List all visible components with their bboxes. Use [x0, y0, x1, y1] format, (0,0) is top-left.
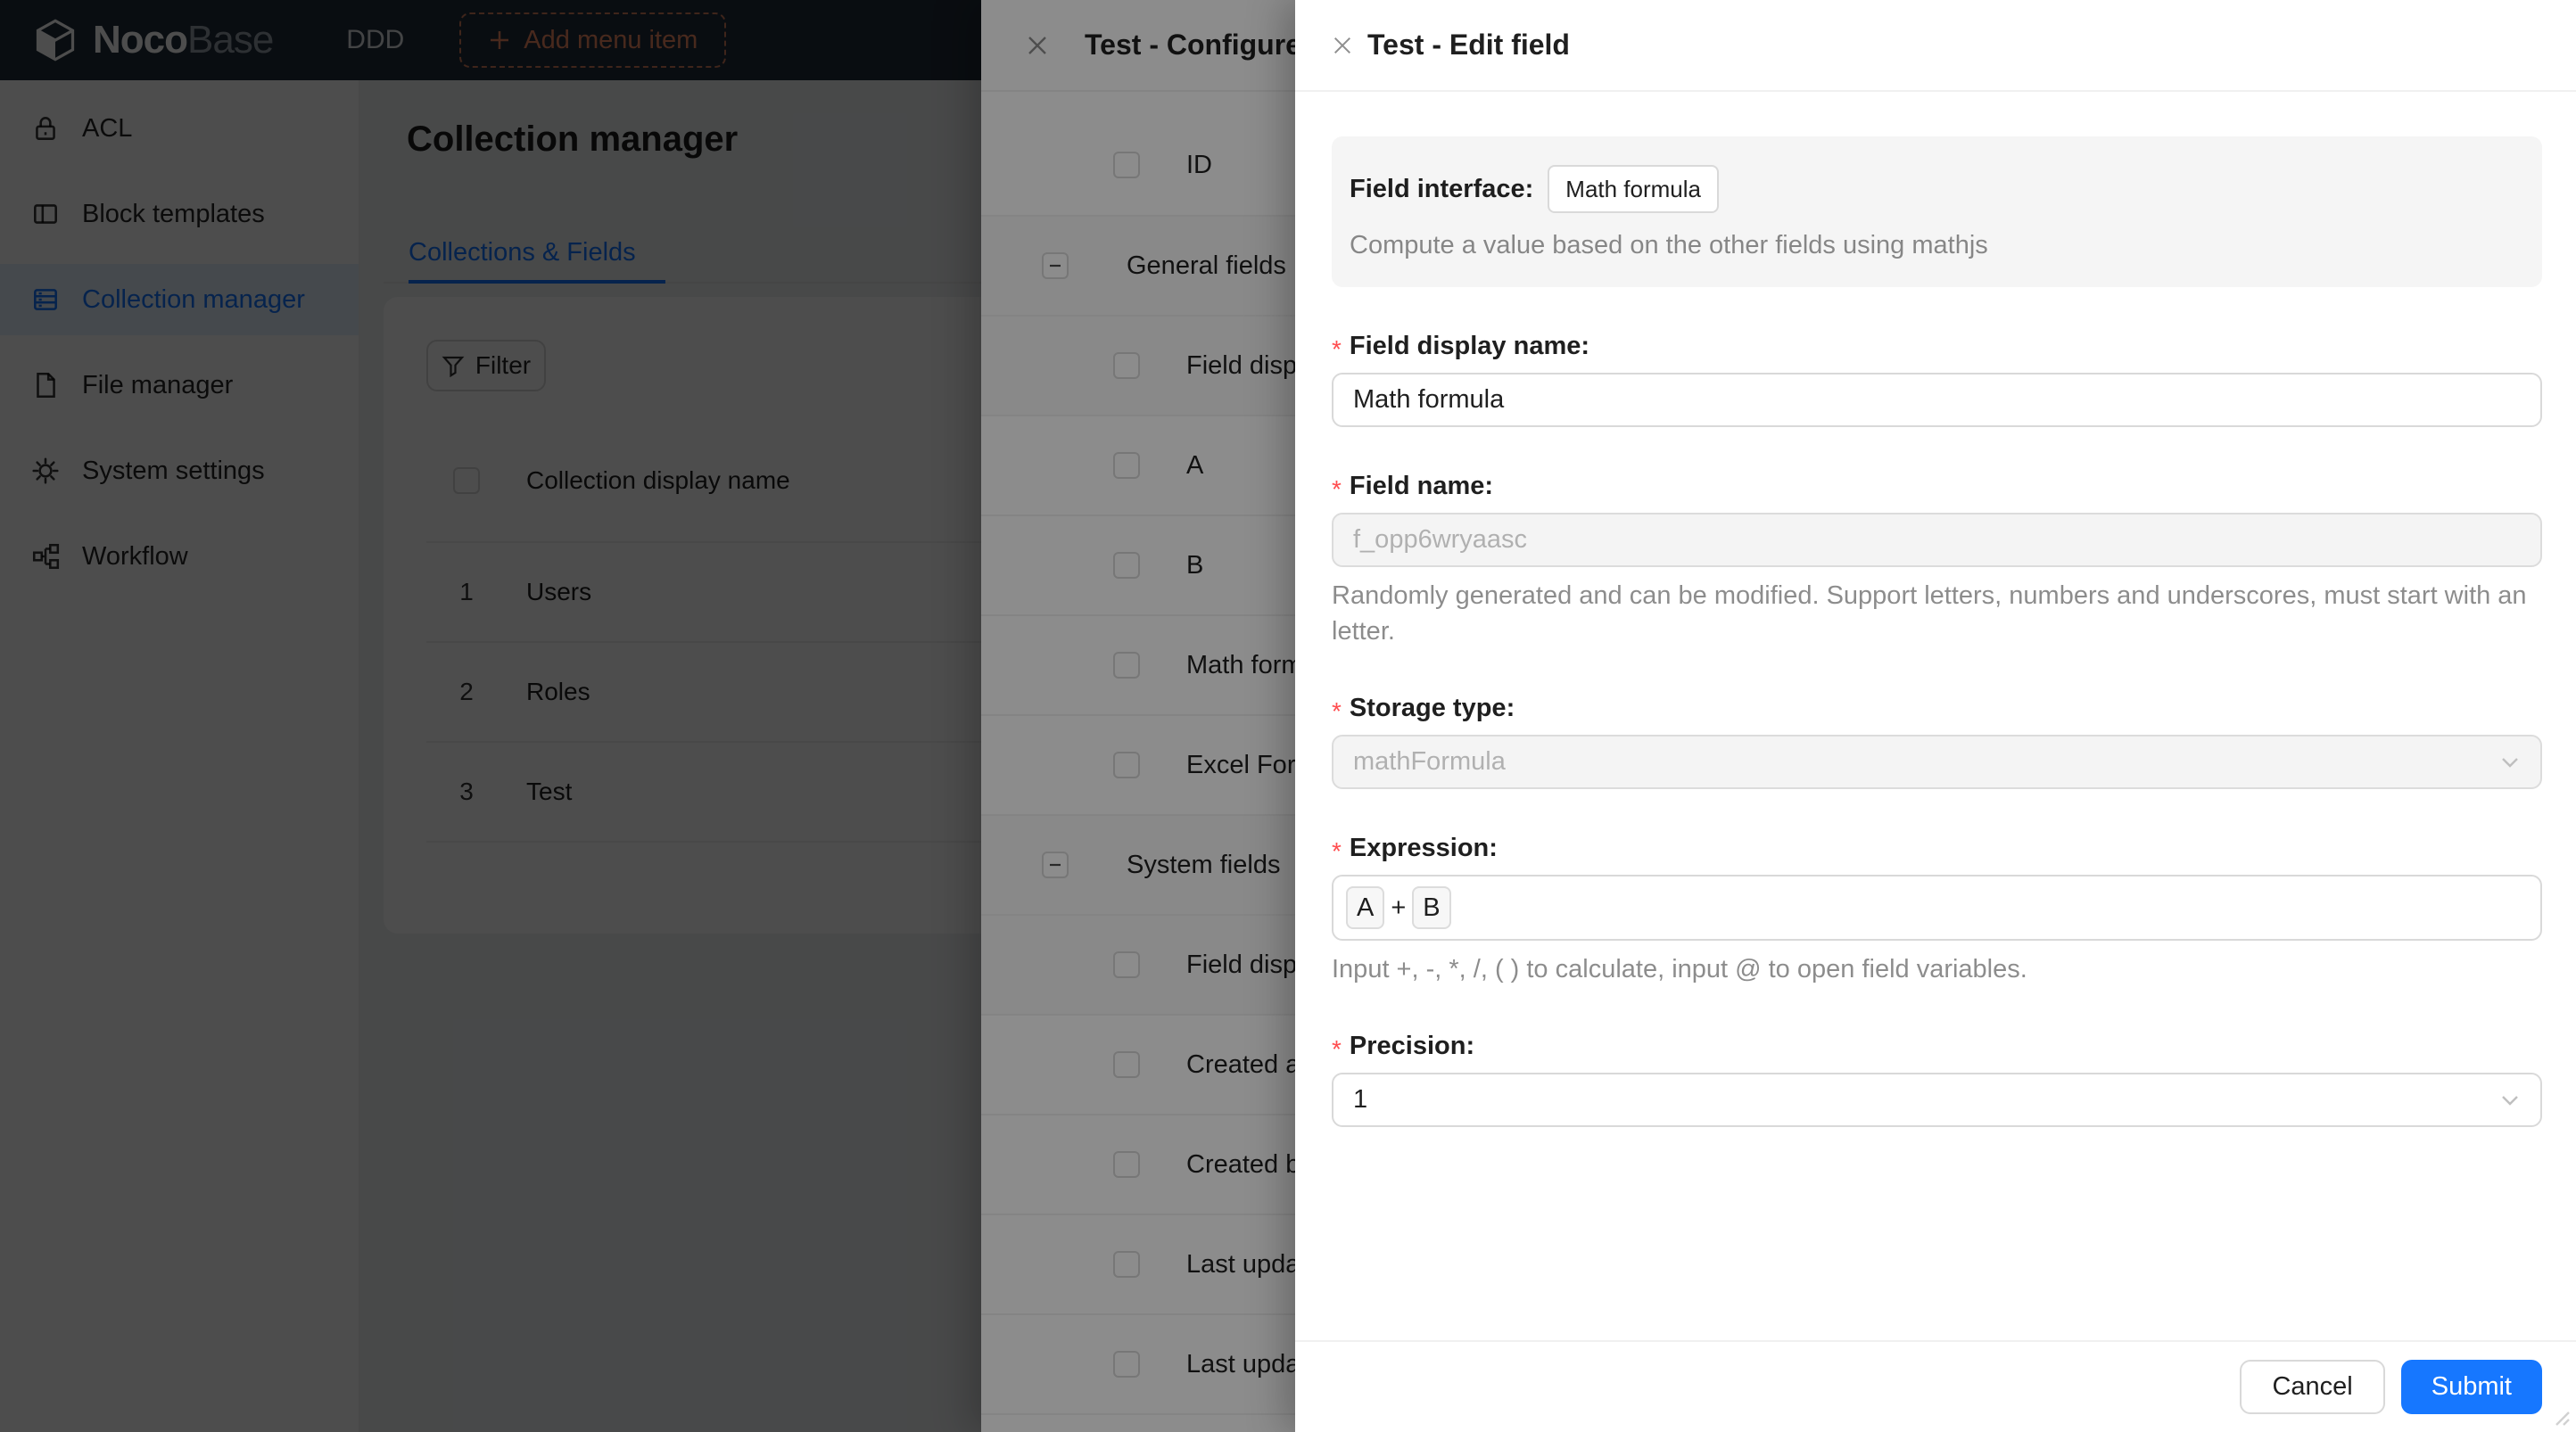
precision-label: Precision: [1349, 1031, 1475, 1060]
form-item-field-name: * Field name: Randomly generated and can… [1332, 466, 2542, 649]
drawer-footer: Cancel Submit [1295, 1340, 2576, 1432]
expression-help: Input +, -, *, /, ( ) to calculate, inpu… [1332, 955, 2027, 983]
field-display-name-input[interactable] [1332, 373, 2542, 427]
edit-field-form: Field interface: Math formula Compute a … [1295, 92, 2576, 1340]
required-marker: * [1332, 475, 1342, 503]
field-name-input [1332, 513, 2542, 567]
required-marker: * [1332, 1035, 1342, 1063]
storage-type-label: Storage type: [1349, 693, 1515, 722]
form-item-precision: * Precision: 1 [1332, 1026, 2542, 1127]
field-interface-description: Compute a value based on the other field… [1350, 231, 1988, 259]
field-interface-panel: Field interface: Math formula Compute a … [1332, 136, 2542, 287]
expression-operator: + [1391, 893, 1407, 922]
chevron-down-icon [2501, 1095, 2519, 1106]
field-display-name-label: Field display name: [1349, 331, 1590, 360]
field-interface-tag: Math formula [1548, 165, 1720, 213]
required-marker: * [1332, 837, 1342, 865]
field-interface-label: Field interface: [1350, 174, 1534, 203]
edit-field-drawer: Test - Edit field Field interface: Math … [1295, 0, 2576, 1432]
resize-handle-icon[interactable] [2547, 1403, 2571, 1427]
cancel-button[interactable]: Cancel [2240, 1360, 2385, 1414]
close-icon[interactable] [1332, 35, 1353, 56]
form-item-field-display-name: * Field display name: [1332, 326, 2542, 427]
submit-button[interactable]: Submit [2400, 1360, 2542, 1414]
storage-type-select: mathFormula [1332, 735, 2542, 789]
expression-editor[interactable]: A + B [1332, 875, 2542, 941]
expression-token: A [1346, 886, 1385, 929]
chevron-down-icon [2501, 757, 2519, 768]
drawer-title: Test - Edit field [1367, 29, 1570, 61]
required-marker: * [1332, 335, 1342, 363]
nocobase-app: NocoBase DDD Add menu item ACL Block tem… [0, 0, 2576, 1432]
field-name-help: Randomly generated and can be modified. … [1332, 581, 2527, 646]
form-item-expression: * Expression: A + B Input +, -, *, /, ( … [1332, 828, 2542, 987]
form-item-storage-type: * Storage type: mathFormula [1332, 688, 2542, 789]
drawer-header: Test - Edit field [1295, 0, 2576, 92]
precision-select[interactable]: 1 [1332, 1073, 2542, 1127]
expression-token: B [1412, 886, 1451, 929]
required-marker: * [1332, 697, 1342, 725]
field-name-label: Field name: [1349, 471, 1494, 500]
expression-label: Expression: [1349, 833, 1498, 862]
